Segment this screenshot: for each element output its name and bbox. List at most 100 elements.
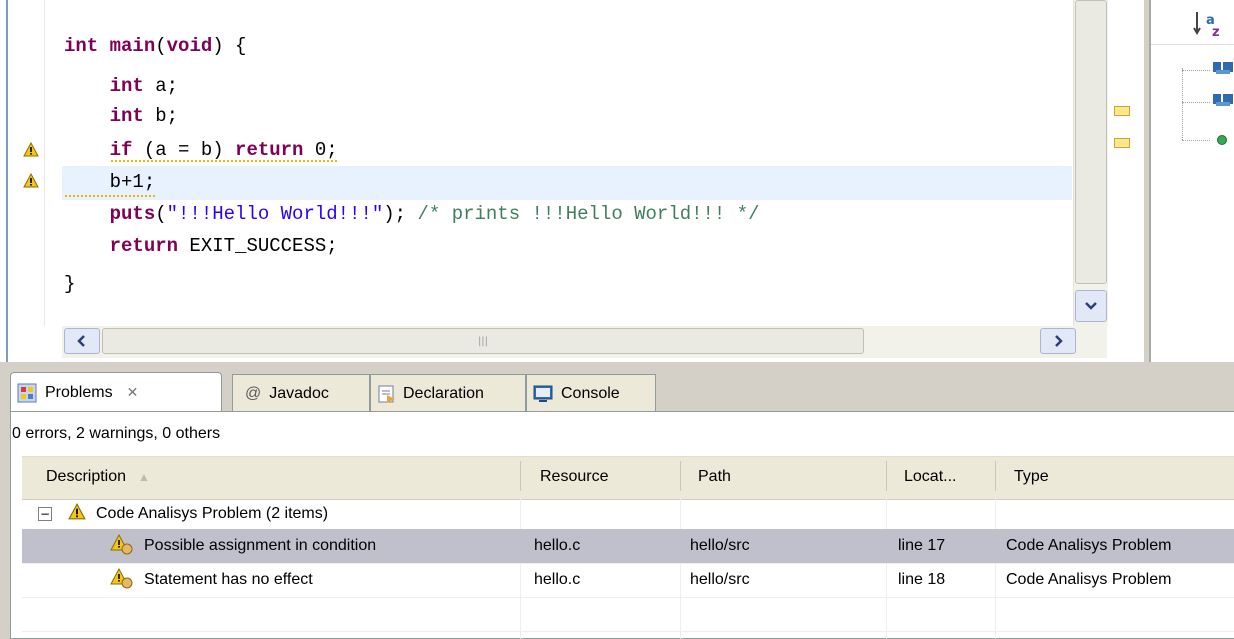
tab-label: Javadoc xyxy=(269,384,329,402)
keyword-token: int xyxy=(109,75,144,97)
code-line[interactable]: if (a = b) return 0; xyxy=(64,136,338,164)
annotation-ruler[interactable] xyxy=(10,0,42,326)
at-icon: @ xyxy=(245,384,262,402)
column-divider[interactable] xyxy=(520,461,521,491)
problem-description: Possible assignment in condition xyxy=(144,537,377,554)
outline-view[interactable] xyxy=(1149,0,1234,362)
code-token: ); xyxy=(383,203,418,225)
tree-line xyxy=(1182,102,1210,103)
editor-border xyxy=(6,0,8,362)
code-line[interactable]: b+1; xyxy=(64,168,156,198)
code-token: EXIT_SUCCESS; xyxy=(178,235,338,257)
keyword-token: int xyxy=(109,105,144,127)
warning-marker-icon xyxy=(110,568,133,589)
warning-icon[interactable] xyxy=(23,142,39,157)
tab-problems[interactable]: Problems ✕ xyxy=(10,372,222,412)
problems-icon xyxy=(17,383,37,402)
code-token: 0; xyxy=(303,139,338,161)
code-line[interactable]: int a; xyxy=(64,72,178,100)
warning-icon[interactable] xyxy=(23,173,39,188)
code-token: } xyxy=(64,273,76,295)
column-header-resource[interactable]: Resource xyxy=(540,456,608,498)
chevron-right-icon xyxy=(1055,335,1063,347)
keyword-token: main xyxy=(109,35,156,57)
console-icon xyxy=(533,385,553,402)
keyword-token: puts xyxy=(109,203,156,225)
problem-path: hello/src xyxy=(690,537,750,554)
problem-location: line 17 xyxy=(898,537,946,554)
chevron-left-icon xyxy=(77,335,85,347)
ruler-divider xyxy=(44,0,45,326)
problem-path: hello/src xyxy=(690,571,750,588)
table-header xyxy=(22,456,1234,500)
code-token: b+1; xyxy=(64,171,156,193)
chevron-down-icon xyxy=(1085,302,1097,310)
column-header-type[interactable]: Type xyxy=(1014,456,1049,498)
column-header-description[interactable]: Description ▲ xyxy=(46,456,150,498)
scroll-left-button[interactable] xyxy=(64,328,100,354)
problem-type: Code Analisys Problem xyxy=(1006,571,1172,588)
empty-row xyxy=(22,597,1234,632)
tab-label: Console xyxy=(561,384,620,402)
code-line[interactable]: int b; xyxy=(64,102,178,130)
code-token: ) { xyxy=(212,35,247,57)
keyword-token: return xyxy=(235,139,304,161)
tree-line xyxy=(1182,140,1210,141)
scroll-right-button[interactable] xyxy=(1040,328,1076,354)
code-line[interactable]: int main(void) { xyxy=(64,32,246,60)
problem-description: Statement has no effect xyxy=(144,571,313,588)
tab-declaration[interactable]: Declaration xyxy=(370,374,526,412)
code-token: (a = b) xyxy=(132,139,236,161)
code-line[interactable]: puts("!!!Hello World!!!"); /* prints !!!… xyxy=(64,200,760,228)
tab-javadoc[interactable]: @ Javadoc xyxy=(232,374,370,412)
overview-warning-marker[interactable] xyxy=(1114,106,1130,116)
problem-type: Code Analisys Problem xyxy=(1006,537,1172,554)
column-divider[interactable] xyxy=(680,461,681,491)
sort-ascending-icon: ▲ xyxy=(138,470,150,484)
collapse-toggle[interactable]: − xyxy=(38,507,52,521)
include-icon[interactable] xyxy=(1212,60,1234,78)
problems-summary: 0 errors, 2 warnings, 0 others xyxy=(12,425,221,442)
tab-label: Declaration xyxy=(403,384,484,402)
scroll-down-button[interactable] xyxy=(1075,290,1107,322)
warning-marker-icon xyxy=(110,534,133,555)
column-divider[interactable] xyxy=(886,461,887,491)
overview-warning-marker[interactable] xyxy=(1114,138,1130,148)
tree-line xyxy=(1182,70,1210,71)
keyword-token: if xyxy=(109,139,133,161)
problem-resource: hello.c xyxy=(534,537,581,554)
function-icon[interactable] xyxy=(1216,134,1228,146)
tree-line xyxy=(1182,68,1183,140)
scroll-grip: ||| xyxy=(477,335,489,347)
declaration-icon xyxy=(378,385,395,403)
code-line[interactable]: } xyxy=(64,270,75,298)
column-divider[interactable] xyxy=(995,461,996,491)
column-header-location[interactable]: Locat... xyxy=(904,456,956,498)
tab-console[interactable]: Console xyxy=(526,374,656,412)
sort-alphabetical-icon[interactable]: a z xyxy=(1192,8,1226,42)
close-icon[interactable]: ✕ xyxy=(127,384,139,401)
vertical-scroll-thumb[interactable] xyxy=(1075,0,1107,284)
current-line-highlight xyxy=(62,166,1072,200)
keyword-token: int xyxy=(64,35,99,57)
horizontal-scroll-thumb[interactable]: ||| xyxy=(102,328,864,354)
svg-text:z: z xyxy=(1212,25,1220,40)
comment-token: /* prints !!!Hello World!!! */ xyxy=(417,203,760,225)
column-header-path[interactable]: Path xyxy=(698,456,731,498)
problem-location: line 18 xyxy=(898,571,946,588)
include-icon[interactable] xyxy=(1212,92,1234,110)
keyword-token: void xyxy=(166,35,213,57)
keyword-token: return xyxy=(109,235,179,257)
string-token: "!!!Hello World!!!" xyxy=(166,203,384,225)
code-token: a; xyxy=(143,75,179,97)
code-line[interactable]: return EXIT_SUCCESS; xyxy=(64,232,338,260)
code-token: ( xyxy=(155,35,167,57)
warning-icon xyxy=(68,503,86,520)
code-token: ( xyxy=(155,203,167,225)
